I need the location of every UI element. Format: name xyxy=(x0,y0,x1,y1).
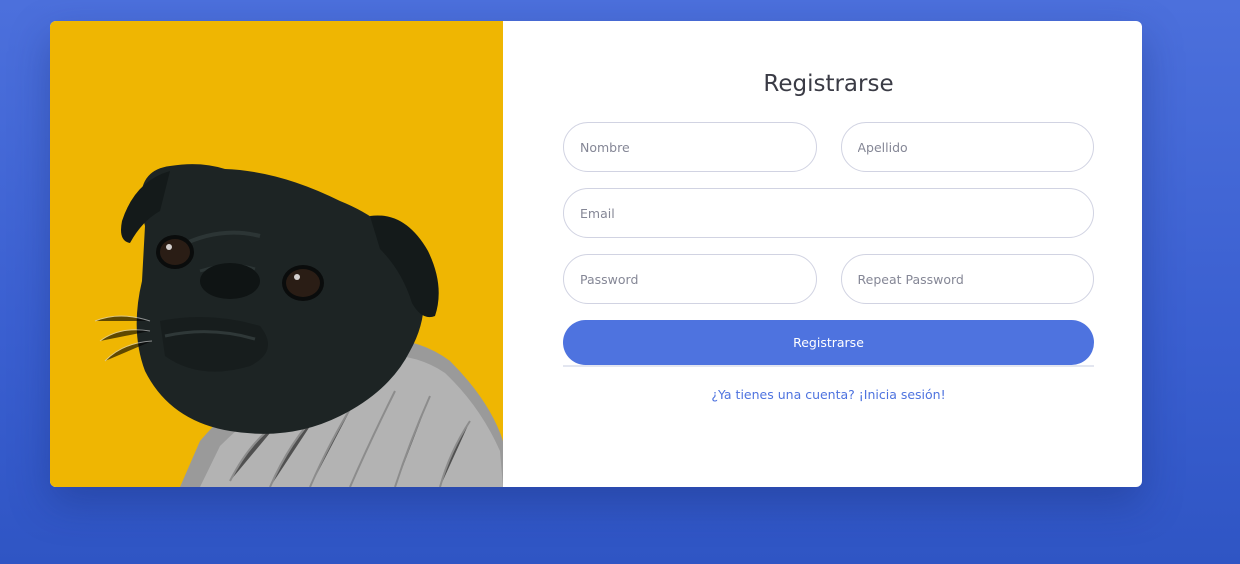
password-input[interactable] xyxy=(563,254,817,304)
last-name-input[interactable] xyxy=(840,122,1094,172)
register-form-panel: Registrarse Registrarse ¿Ya tienes una c… xyxy=(503,21,1142,487)
divider xyxy=(563,366,1094,367)
first-name-input[interactable] xyxy=(563,122,817,172)
page-title: Registrarse xyxy=(763,71,894,97)
register-card: Registrarse Registrarse ¿Ya tienes una c… xyxy=(50,21,1142,487)
login-link[interactable]: ¿Ya tienes una cuenta? ¡Inicia sesión! xyxy=(563,387,1094,402)
repeat-password-input[interactable] xyxy=(840,254,1094,304)
pug-illustration xyxy=(94,164,503,487)
email-row xyxy=(563,188,1094,238)
pug-dog-photo xyxy=(50,21,503,487)
register-button[interactable]: Registrarse xyxy=(563,320,1094,365)
name-row xyxy=(563,122,1094,172)
email-input[interactable] xyxy=(563,188,1094,238)
password-row xyxy=(563,254,1094,304)
